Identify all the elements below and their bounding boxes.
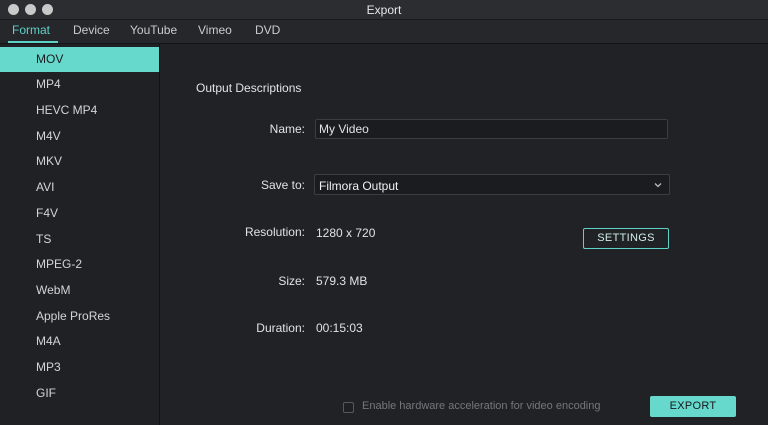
title-bar: Export — [0, 0, 768, 20]
name-input[interactable] — [315, 119, 668, 139]
size-label: Size: — [278, 274, 305, 288]
format-item-m4v[interactable]: M4V — [0, 124, 159, 149]
save-to-dropdown[interactable]: Filmora Output — [314, 174, 670, 195]
export-button[interactable]: EXPORT — [650, 396, 736, 417]
name-label: Name: — [269, 122, 305, 136]
resolution-label: Resolution: — [244, 225, 305, 239]
output-panel: Output Descriptions Name: Save to: Filmo… — [161, 44, 768, 425]
resolution-value: 1280 x 720 — [316, 226, 376, 240]
format-item-mkv[interactable]: MKV — [0, 149, 159, 174]
duration-label: Duration: — [256, 321, 305, 335]
section-title: Output Descriptions — [196, 81, 302, 95]
format-item-mp4[interactable]: MP4 — [0, 72, 159, 97]
hardware-acceleration-checkbox[interactable] — [343, 402, 354, 413]
tab-vimeo[interactable]: Vimeo — [198, 23, 232, 37]
format-item-webm[interactable]: WebM — [0, 278, 159, 303]
format-item-mov[interactable]: MOV — [0, 47, 159, 72]
tab-youtube[interactable]: YouTube — [130, 23, 177, 37]
format-item-mpeg-2[interactable]: MPEG-2 — [0, 252, 159, 277]
tab-bar: Format Device YouTube Vimeo DVD — [0, 20, 768, 44]
format-list: MOV MP4 HEVC MP4 M4V MKV AVI F4V TS MPEG… — [0, 44, 160, 425]
hardware-acceleration-label: Enable hardware acceleration for video e… — [362, 400, 601, 412]
tab-device[interactable]: Device — [73, 23, 110, 37]
window-title: Export — [366, 3, 402, 17]
tab-format[interactable]: Format — [12, 23, 50, 37]
format-item-f4v[interactable]: F4V — [0, 201, 159, 226]
settings-button[interactable]: SETTINGS — [583, 228, 669, 249]
export-window: Export Format Device YouTube Vimeo DVD M… — [0, 0, 768, 425]
format-item-apple-prores[interactable]: Apple ProRes — [0, 304, 159, 329]
chevron-down-icon — [654, 183, 662, 188]
save-to-label: Save to: — [260, 178, 305, 192]
format-item-gif[interactable]: GIF — [0, 381, 159, 406]
format-item-ts[interactable]: TS — [0, 227, 159, 252]
active-tab-indicator — [8, 41, 58, 43]
format-item-m4a[interactable]: M4A — [0, 329, 159, 354]
duration-value: 00:15:03 — [316, 321, 363, 335]
save-to-value: Filmora Output — [319, 179, 399, 193]
size-value: 579.3 MB — [316, 274, 368, 288]
format-item-mp3[interactable]: MP3 — [0, 355, 159, 380]
format-item-avi[interactable]: AVI — [0, 175, 159, 200]
tab-dvd[interactable]: DVD — [255, 23, 280, 37]
format-item-hevc-mp4[interactable]: HEVC MP4 — [0, 98, 159, 123]
